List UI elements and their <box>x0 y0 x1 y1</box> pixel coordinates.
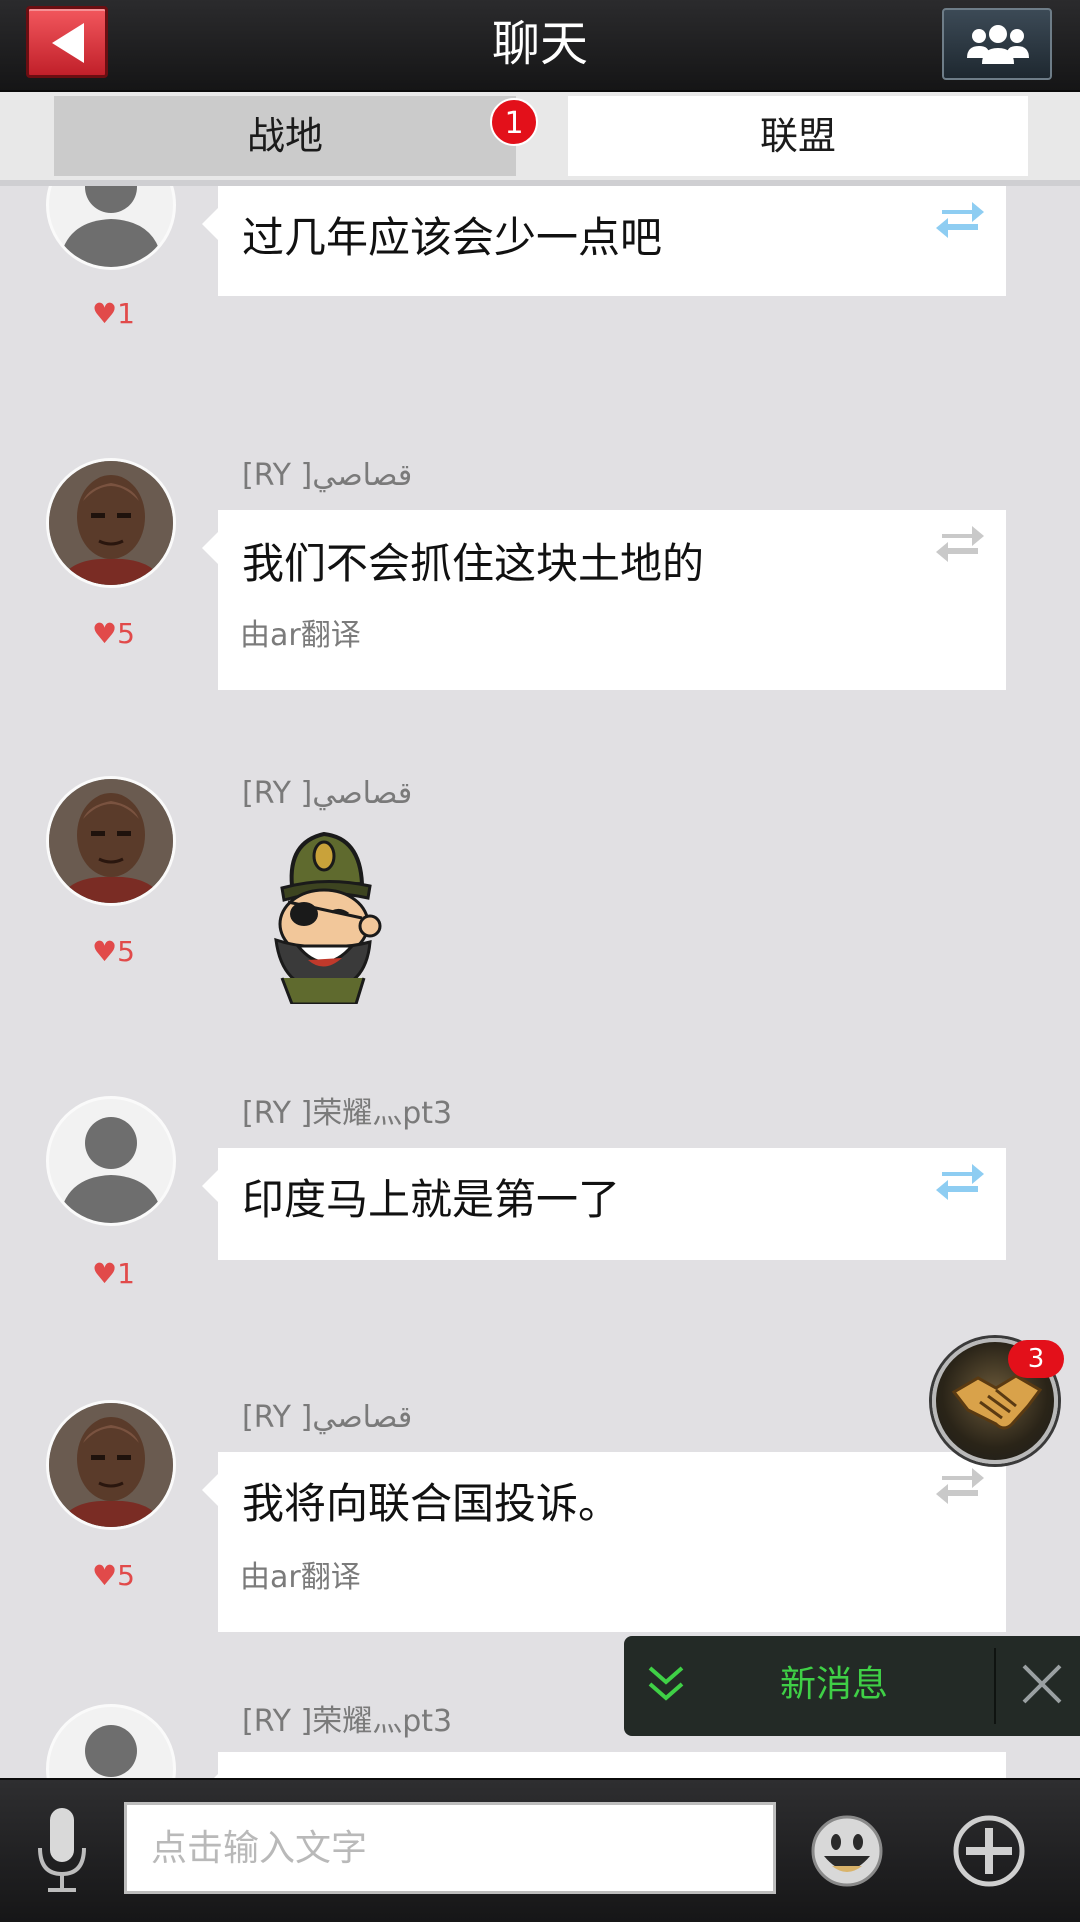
members-button[interactable] <box>942 8 1052 80</box>
page-title: 聊天 <box>491 16 588 72</box>
sender-name: [RY ]荣耀灬pt3 <box>242 1096 453 1131</box>
new-message-toast[interactable]: 新消息 <box>624 1636 1080 1736</box>
tab-alliance[interactable]: 联盟 <box>568 96 1028 176</box>
tab-unread-badge: 1 <box>490 98 538 146</box>
toast-divider <box>994 1648 996 1724</box>
chat-message: ♥5 [RY ]قصاصي 我将向联合国投诉。 由ar翻译 <box>0 1400 1080 1632</box>
soldier-avatar-icon <box>49 1403 173 1527</box>
chat-list[interactable]: ♥1 过几年应该会少一点吧 ♥5 [RY ]قصاصي 我们不会抓住这块土地的 … <box>0 186 1080 1778</box>
message-text: 过几年应该会少一点吧 <box>242 213 663 262</box>
chat-message: ♥5 [RY ]قصاصي <box>0 776 1080 1016</box>
default-avatar-icon <box>59 186 163 267</box>
avatar[interactable] <box>46 1704 176 1778</box>
message-bubble[interactable]: 过几年应该会少一点吧 <box>202 186 1006 296</box>
heart-icon: ♥ <box>92 1559 118 1592</box>
top-bar: 聊天 <box>0 0 1080 92</box>
avatar[interactable] <box>46 186 176 270</box>
chat-message: ♥5 [RY ]قصاصي 我们不会抓住这块土地的 由ar翻译 <box>0 458 1080 690</box>
emoji-icon[interactable] <box>810 1814 884 1888</box>
like-count[interactable]: ♥5 <box>92 618 135 650</box>
message-bubble[interactable]: 我将向联合国投诉。 由ar翻译 <box>202 1452 1006 1632</box>
new-message-label[interactable]: 新消息 <box>780 1662 888 1708</box>
translate-icon[interactable] <box>934 522 986 562</box>
message-input[interactable] <box>127 1805 773 1891</box>
sender-name: [RY ]قصاصي <box>242 1400 413 1435</box>
pirate-officer-sticker-icon[interactable] <box>252 828 392 1004</box>
group-icon <box>967 25 1029 64</box>
chat-message: ♥1 过几年应该会少一点吧 <box>0 186 1080 386</box>
like-count[interactable]: ♥5 <box>92 1560 135 1592</box>
message-text: 我将向联合国投诉。 <box>242 1479 621 1528</box>
heart-icon: ♥ <box>92 1257 118 1290</box>
soldier-avatar-icon <box>49 779 173 903</box>
message-bubble[interactable]: 我们不会抓住这块土地的 由ar翻译 <box>202 510 1006 690</box>
default-avatar-icon <box>59 1117 163 1223</box>
double-chevron-down-icon <box>648 1666 684 1701</box>
heart-icon: ♥ <box>92 935 118 968</box>
message-bubble[interactable] <box>202 1752 1006 1778</box>
message-text: 我们不会抓住这块土地的 <box>242 539 705 588</box>
avatar[interactable] <box>46 458 176 588</box>
avatar[interactable] <box>46 1096 176 1226</box>
tab-battlefield[interactable]: 战地 <box>54 96 516 176</box>
plus-icon[interactable] <box>952 1814 1026 1888</box>
message-input-box[interactable] <box>124 1802 776 1894</box>
avatar[interactable] <box>46 1400 176 1530</box>
soldier-avatar-icon <box>49 461 173 585</box>
microphone-icon[interactable] <box>34 1804 90 1900</box>
sender-name: [RY ]قصاصي <box>242 458 413 493</box>
avatar[interactable] <box>46 776 176 906</box>
heart-icon: ♥ <box>92 297 118 330</box>
translation-note: 由ar翻译 <box>240 618 361 653</box>
like-count[interactable]: ♥5 <box>92 936 135 968</box>
translation-note: 由ar翻译 <box>240 1560 361 1595</box>
channel-tabs: 战地 联盟 1 <box>0 92 1080 186</box>
chat-message: ♥1 [RY ]荣耀灬pt3 印度马上就是第一了 <box>0 1096 1080 1296</box>
translate-icon[interactable] <box>934 1160 986 1200</box>
translate-icon[interactable] <box>934 1464 986 1504</box>
message-bubble[interactable]: 印度马上就是第一了 <box>202 1148 1006 1260</box>
sender-name: [RY ]荣耀灬pt3 <box>242 1704 453 1739</box>
message-text: 印度马上就是第一了 <box>242 1175 621 1224</box>
close-icon[interactable] <box>1020 1662 1064 1706</box>
translate-icon[interactable] <box>934 198 986 238</box>
like-count[interactable]: ♥1 <box>92 1258 135 1290</box>
heart-icon: ♥ <box>92 617 118 650</box>
alliance-help-badge: 3 <box>1008 1340 1064 1378</box>
sender-name: [RY ]قصاصي <box>242 776 413 811</box>
default-avatar-icon <box>85 1725 137 1777</box>
input-bar <box>0 1778 1080 1922</box>
like-count[interactable]: ♥1 <box>92 298 135 330</box>
